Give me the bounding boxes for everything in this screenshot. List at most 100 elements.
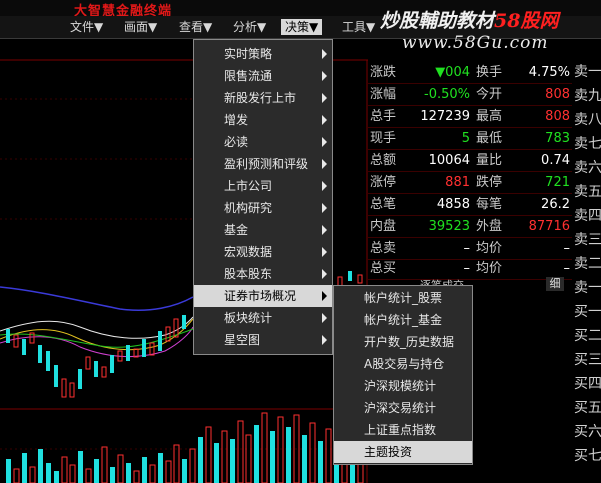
candle <box>6 329 10 343</box>
stat-label: 总笔 <box>370 197 397 212</box>
menu-item-realtime-strategy[interactable]: 实时策略 <box>194 43 332 65</box>
stat-label: 今开 <box>476 87 503 102</box>
menu-item-label: 新股发行上市 <box>224 91 297 105</box>
menu-view[interactable]: 查看▼ <box>175 19 216 35</box>
submenu-item-sse-key-indices[interactable]: 上证重点指数 <box>334 419 472 441</box>
menu-item-label: 增发 <box>224 113 249 127</box>
submenu-arrow-icon <box>322 313 327 323</box>
menu-item-shareholders[interactable]: 股本股东 <box>194 263 332 285</box>
menu-item-earnings-forecast[interactable]: 盈利预测和评级 <box>194 153 332 175</box>
menu-decision[interactable]: 决策▼ <box>281 19 323 35</box>
submenu-item-account-stats-funds[interactable]: 帐户统计_基金 <box>334 309 472 331</box>
submenu-arrow-icon <box>322 93 327 103</box>
stat-row: 内盘 39523 外盘 87716 <box>368 216 572 238</box>
menu-item-institutional-research[interactable]: 机构研究 <box>194 197 332 219</box>
submenu-arrow-icon <box>322 269 327 279</box>
stat-row: 涨跌 ▼004 换手 4.75% <box>368 62 572 84</box>
volume-bar <box>46 463 51 483</box>
submenu-item-account-openings-history[interactable]: 开户数_历史数据 <box>334 331 472 353</box>
volume-bar <box>22 453 27 483</box>
stat-value: – <box>463 261 471 276</box>
stat-label: 现手 <box>370 131 397 146</box>
submenu-arrow-icon <box>322 181 327 191</box>
stat-value: 39523 <box>428 219 470 234</box>
stat-label: 跌停 <box>476 175 503 190</box>
menu-item-listed-companies[interactable]: 上市公司 <box>194 175 332 197</box>
menu-item-market-overview[interactable]: 证券市场概况 <box>194 285 332 307</box>
candle <box>110 355 114 373</box>
submenu-item-label: 帐户统计_基金 <box>364 313 443 327</box>
submenu-item-account-stats-stocks[interactable]: 帐户统计_股票 <box>334 287 472 309</box>
candle <box>78 369 82 389</box>
volume-bar <box>214 443 219 483</box>
stat-row: 总额 10064 量比 0.74 <box>368 150 572 172</box>
submenu-item-sh-sz-trading-stats[interactable]: 沪深交易统计 <box>334 397 472 419</box>
candle <box>158 331 162 351</box>
menu-file[interactable]: 文件▼ <box>66 19 107 35</box>
candle <box>94 361 98 377</box>
stat-label: 最高 <box>476 109 503 124</box>
submenu-item-label: 帐户统计_股票 <box>364 291 443 305</box>
order-book-label: 卖九 <box>574 88 601 104</box>
menu-item-label: 上市公司 <box>224 179 273 193</box>
order-book-label: 买二 <box>574 328 601 344</box>
volume-bar <box>302 435 307 483</box>
submenu-item-a-share-trading-holdings[interactable]: A股交易与持仓 <box>334 353 472 375</box>
stat-value: – <box>463 241 471 256</box>
menu-item-additional-issue[interactable]: 增发 <box>194 109 332 131</box>
menu-item-must-read[interactable]: 必读 <box>194 131 332 153</box>
stat-value: 808 <box>545 87 570 102</box>
order-book-label: 买一 <box>574 304 601 320</box>
stat-value: 0.74 <box>541 153 570 168</box>
menu-tools[interactable]: 工具▼ <box>338 19 379 35</box>
menu-item-ipo-listing[interactable]: 新股发行上市 <box>194 87 332 109</box>
menu-item-star-map[interactable]: 星空图 <box>194 329 332 351</box>
menu-item-sector-statistics[interactable]: 板块统计 <box>194 307 332 329</box>
stat-value: ▼004 <box>435 65 470 80</box>
candle <box>46 351 50 371</box>
submenu-arrow-icon <box>322 49 327 59</box>
stat-value: 783 <box>545 131 570 146</box>
candle <box>38 345 42 363</box>
volume-bar <box>54 471 59 483</box>
watermark-brand: 58股网 <box>494 10 559 32</box>
order-book-label: 买三 <box>574 352 601 368</box>
menu-screen[interactable]: 画面▼ <box>120 19 161 35</box>
volume-bar <box>182 459 187 483</box>
menu-item-label: 必读 <box>224 135 249 149</box>
order-book-label: 卖四 <box>574 208 601 224</box>
stat-row: 总笔 4858 每笔 26.2 <box>368 194 572 216</box>
watermark-prefix: 炒股輔助教材 <box>380 10 495 32</box>
candle <box>126 345 130 361</box>
stat-label: 总手 <box>370 109 397 124</box>
menu-item-label: 宏观数据 <box>224 245 273 259</box>
candle <box>142 339 146 357</box>
menu-item-restricted-circulation[interactable]: 限售流通 <box>194 65 332 87</box>
submenu-item-theme-investing[interactable]: 主题投资 <box>334 441 472 463</box>
submenu-item-sh-sz-scale-stats[interactable]: 沪深规模统计 <box>334 375 472 397</box>
volume-bar <box>198 437 203 483</box>
order-book-label: 买四 <box>574 376 601 392</box>
stat-label: 换手 <box>476 65 503 80</box>
menu-analysis[interactable]: 分析▼ <box>229 19 270 35</box>
fine-view-button[interactable]: 细 <box>546 277 564 291</box>
stat-label: 均价 <box>476 261 503 276</box>
submenu-arrow-icon <box>322 225 327 235</box>
menu-item-funds[interactable]: 基金 <box>194 219 332 241</box>
stat-value: 881 <box>445 175 470 190</box>
stat-label: 每笔 <box>476 197 503 212</box>
order-book-label: 卖二 <box>574 256 601 272</box>
menu-item-label: 限售流通 <box>224 69 273 83</box>
candle <box>348 271 352 281</box>
order-book-label: 买五 <box>574 400 601 416</box>
volume-bar <box>254 425 259 483</box>
menu-item-label: 板块统计 <box>224 311 273 325</box>
menu-item-macro-data[interactable]: 宏观数据 <box>194 241 332 263</box>
volume-bar <box>270 431 275 483</box>
stat-value: 127239 <box>420 109 470 124</box>
submenu-arrow-icon <box>322 159 327 169</box>
stat-label: 内盘 <box>370 219 397 234</box>
stat-value: 4.75% <box>528 65 570 80</box>
stat-value: 721 <box>545 175 570 190</box>
stat-value: – <box>563 241 571 256</box>
